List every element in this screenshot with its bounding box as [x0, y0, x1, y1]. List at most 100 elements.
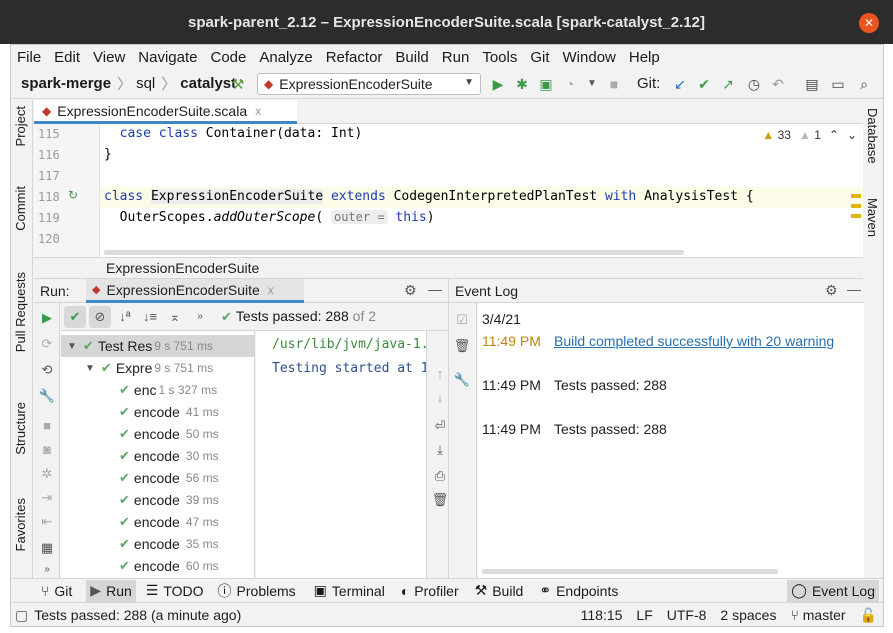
- print-icon[interactable]: ⎙: [431, 467, 449, 485]
- show-ignored-icon[interactable]: ⊘: [89, 305, 111, 328]
- tool-git[interactable]: ⑂ Git: [37, 580, 76, 602]
- close-tab-icon[interactable]: x: [255, 104, 261, 118]
- tool-event-log[interactable]: ◯ Event Log: [787, 579, 879, 602]
- tool-commit[interactable]: Commit: [13, 186, 28, 231]
- lock-icon[interactable]: 🔓: [860, 607, 877, 624]
- tool-database[interactable]: Database: [865, 108, 880, 164]
- editor-breadcrumb[interactable]: ExpressionEncoderSuite: [34, 257, 863, 279]
- import-icon[interactable]: ⇥: [38, 489, 56, 507]
- run-icon[interactable]: ▶: [489, 75, 507, 93]
- menu-analyze[interactable]: Analyze: [259, 49, 312, 66]
- tree-item[interactable]: ✔ encode 39 ms: [61, 489, 254, 511]
- settings-icon[interactable]: ✲: [38, 465, 56, 483]
- menu-view[interactable]: View: [93, 49, 125, 66]
- git-push-icon[interactable]: ↗: [719, 75, 737, 93]
- run-gutter-icon[interactable]: ↻: [68, 188, 78, 202]
- horizontal-scrollbar[interactable]: [104, 250, 684, 255]
- layout-icon[interactable]: ▦: [38, 539, 56, 557]
- camera-icon[interactable]: ◙: [38, 441, 56, 459]
- tree-item[interactable]: ✔ encode 60 ms: [61, 555, 254, 577]
- tree-item[interactable]: ▼ ✔ Test Res 9 s 751 ms: [61, 335, 254, 357]
- error-stripe-marker[interactable]: [851, 194, 861, 198]
- tool-endpoints[interactable]: ⚭ Endpoints: [535, 580, 622, 602]
- warnings-count[interactable]: ▲ 33: [762, 128, 791, 142]
- stop-icon[interactable]: ■: [605, 75, 623, 93]
- coverage-icon[interactable]: ▣: [537, 75, 555, 93]
- build-completed-link[interactable]: Build completed successfully with 20 war…: [554, 333, 834, 349]
- breadcrumb-sql[interactable]: sql: [136, 75, 155, 92]
- show-passed-icon[interactable]: ✔: [64, 305, 86, 328]
- status-icon[interactable]: ▢: [15, 607, 28, 624]
- menu-file[interactable]: File: [17, 49, 41, 66]
- debug-icon[interactable]: ✱: [513, 75, 531, 93]
- indent-setting[interactable]: 2 spaces: [720, 607, 776, 624]
- tool-terminal[interactable]: ▣ Terminal: [310, 580, 389, 602]
- status-message[interactable]: Tests passed: 288 (a minute ago): [34, 607, 241, 623]
- tool-project[interactable]: Project: [13, 106, 28, 146]
- menu-run[interactable]: Run: [442, 49, 470, 66]
- breadcrumb-project[interactable]: spark-merge: [21, 75, 111, 92]
- tree-item[interactable]: ✔ enc 1 s 327 ms: [61, 379, 254, 401]
- sort-duration-icon[interactable]: ↓≡: [139, 306, 161, 328]
- tool-structure[interactable]: Structure: [13, 402, 28, 455]
- more-icon[interactable]: »: [38, 561, 56, 579]
- toggle-auto-test-icon[interactable]: ⟲: [38, 361, 56, 379]
- caret-position[interactable]: 118:15: [581, 607, 623, 624]
- inspection-widget[interactable]: ▲ 33 ▲ 1 ⌃ ⌄: [762, 128, 863, 142]
- tree-item[interactable]: ✔ encode 30 ms: [61, 445, 254, 467]
- git-branch[interactable]: ⑂ master: [790, 607, 845, 624]
- tool-favorites[interactable]: Favorites: [13, 498, 28, 551]
- wrench-icon[interactable]: 🔧: [453, 371, 471, 389]
- horizontal-scrollbar[interactable]: [482, 569, 778, 574]
- expand-all-icon[interactable]: ⌅: [164, 306, 186, 328]
- error-stripe-marker[interactable]: [851, 214, 861, 218]
- gear-icon[interactable]: ⚙: [825, 282, 838, 299]
- code-editor[interactable]: 115 116 117 118 119 120 ↻ case class Con…: [34, 124, 863, 257]
- menu-tools[interactable]: Tools: [482, 49, 517, 66]
- arrow-down-icon[interactable]: ↓: [431, 389, 449, 407]
- soft-wrap-icon[interactable]: ⏎: [431, 417, 449, 435]
- history-icon[interactable]: ◷: [745, 75, 763, 93]
- scroll-to-end-icon[interactable]: ⤓: [431, 441, 449, 459]
- arrow-up-icon[interactable]: ↑: [431, 365, 449, 383]
- profile-icon[interactable]: ◔: [561, 75, 579, 93]
- line-separator[interactable]: LF: [636, 607, 652, 624]
- weak-warnings-count[interactable]: ▲ 1: [799, 128, 821, 142]
- tool-todo[interactable]: ☰ TODO: [142, 580, 208, 602]
- project-structure-icon[interactable]: ▤: [803, 75, 821, 93]
- more-run-chevron-icon[interactable]: ▼: [583, 75, 601, 93]
- gear-icon[interactable]: ⚙: [404, 282, 417, 299]
- menu-git[interactable]: Git: [530, 49, 549, 66]
- rerun-failed-icon[interactable]: ⟳: [38, 335, 56, 353]
- breadcrumb-catalyst[interactable]: catalyst: [180, 75, 236, 92]
- chevron-down-icon[interactable]: ⌄: [847, 128, 857, 142]
- tool-profiler[interactable]: ◐ Profiler: [397, 580, 463, 602]
- tool-problems[interactable]: ⓘ Problems: [214, 580, 300, 602]
- tool-pull-requests[interactable]: Pull Requests: [13, 272, 28, 352]
- menu-build[interactable]: Build: [395, 49, 428, 66]
- tree-item[interactable]: ✔ encode 50 ms: [61, 423, 254, 445]
- trash-icon[interactable]: 🗑: [453, 337, 471, 355]
- tree-item[interactable]: ✔ encode 56 ms: [61, 467, 254, 489]
- run-tab[interactable]: ◆ ExpressionEncoderSuite x: [86, 279, 304, 303]
- event-log-content[interactable]: 3/4/21 11:49 PM Build completed successfu…: [478, 303, 864, 578]
- tree-item[interactable]: ▼ ✔ Expre 9 s 751 ms: [61, 357, 254, 379]
- tree-item[interactable]: ✔ encode 47 ms: [61, 511, 254, 533]
- tree-item[interactable]: ✔ encode 41 ms: [61, 401, 254, 423]
- close-window-button[interactable]: ✕: [859, 13, 879, 33]
- exit-icon[interactable]: ⇤: [38, 513, 56, 531]
- menu-edit[interactable]: Edit: [54, 49, 80, 66]
- menu-help[interactable]: Help: [629, 49, 660, 66]
- tree-item[interactable]: ✔ encode 35 ms: [61, 533, 254, 555]
- rollback-icon[interactable]: ↶: [769, 75, 787, 93]
- git-update-icon[interactable]: ↙: [671, 75, 689, 93]
- wrench-icon[interactable]: 🔧: [38, 387, 56, 405]
- search-icon[interactable]: ⌕: [855, 75, 873, 93]
- chevron-up-icon[interactable]: ⌃: [829, 128, 839, 142]
- git-commit-icon[interactable]: ✔: [695, 75, 713, 93]
- trash-icon[interactable]: 🗑: [431, 491, 449, 509]
- mark-read-icon[interactable]: ☑: [453, 311, 471, 329]
- error-stripe-marker[interactable]: [851, 204, 861, 208]
- stop-icon[interactable]: ■: [38, 417, 56, 435]
- run-configuration-select[interactable]: ◆ ExpressionEncoderSuite ▼: [257, 73, 481, 95]
